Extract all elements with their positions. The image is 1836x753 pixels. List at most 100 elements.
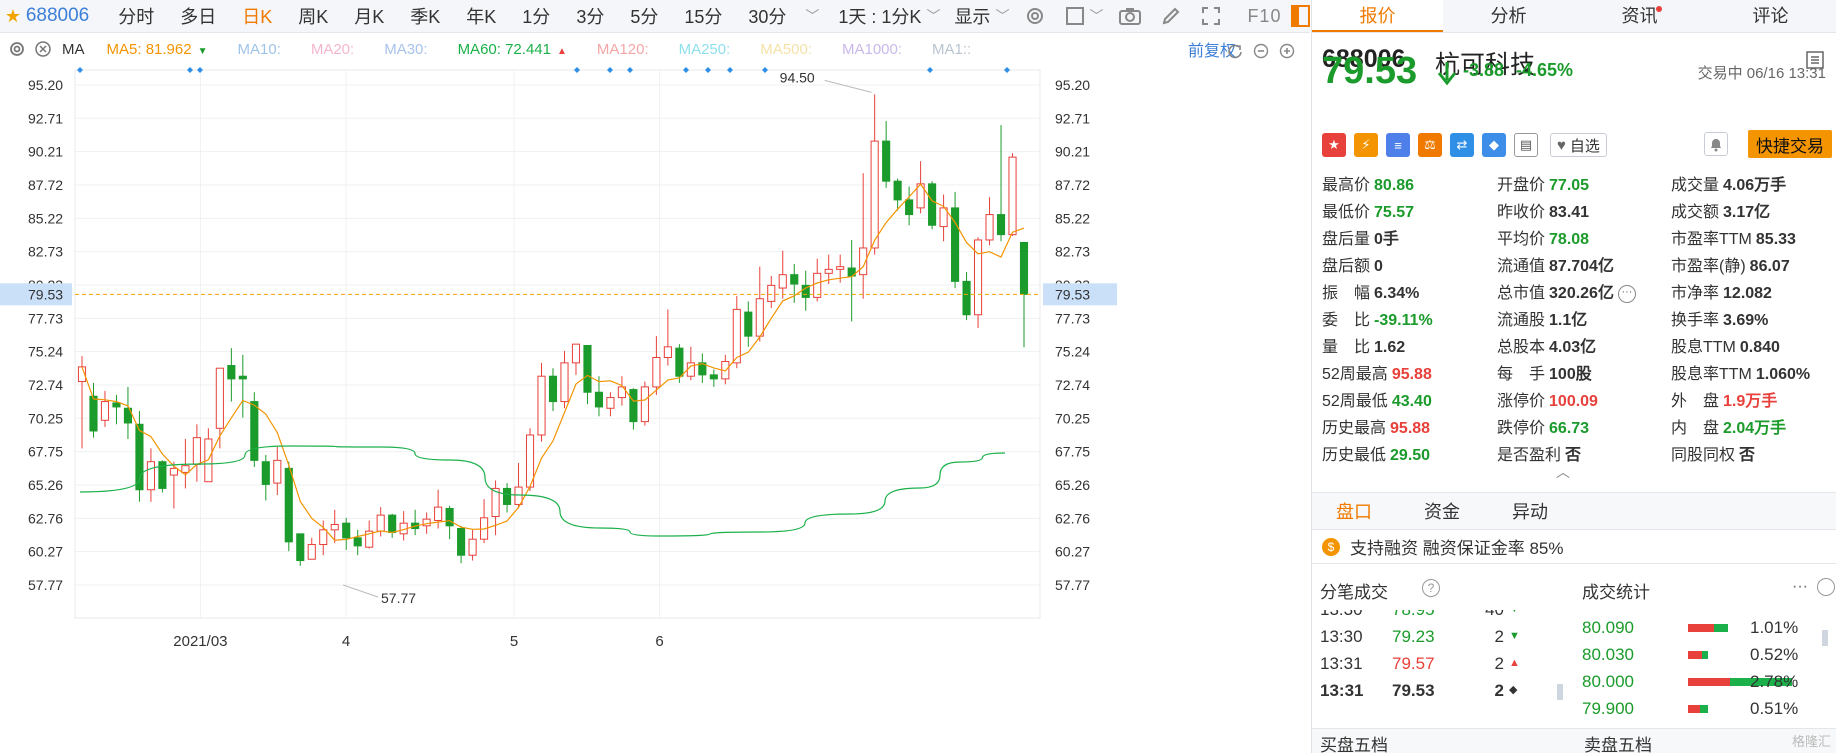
candle-body[interactable] [296,533,305,562]
candle-body[interactable] [709,374,718,380]
candle-body[interactable] [100,401,110,421]
candle-body[interactable] [882,140,891,182]
lightning-icon[interactable]: ⚡ [1354,133,1378,157]
candle-body[interactable] [893,180,902,201]
sub-tab[interactable]: 资金 [1424,498,1460,524]
trade-row[interactable]: 13:30 79.23 2 ▼ [1312,623,1542,650]
deal-stat-row[interactable]: 79.900 0.51% [1582,695,1836,722]
zoom-out-icon[interactable] [1252,42,1270,60]
ma-item[interactable]: MA120: [597,41,649,58]
help-icon[interactable]: ? [1422,579,1440,597]
ma-item[interactable]: MA1000: [842,41,902,58]
candle-body[interactable] [571,343,581,364]
period-tab[interactable]: 1分 [522,3,550,29]
collapse-icon[interactable]: ︿ [1556,462,1570,482]
zoom-in-icon[interactable] [1278,42,1296,60]
range-select[interactable]: 1天 : 1分K [838,3,921,29]
ma-item[interactable]: MA5: 81.962 ▼ [107,41,208,58]
candle-body[interactable] [307,544,316,560]
candle-body[interactable] [744,311,753,337]
period-tab[interactable]: 5分 [630,3,658,29]
expand-icon[interactable] [1817,578,1835,596]
settings-gear-icon[interactable] [1025,6,1045,26]
more-icon[interactable]: ··· [1617,284,1636,303]
candle-body[interactable] [227,365,236,380]
candle-body[interactable] [606,397,615,409]
pen-icon[interactable] [1161,6,1181,26]
period-tab[interactable]: 分时 [118,3,154,29]
candle-body[interactable] [502,487,512,505]
ma-item[interactable]: MA500: [760,41,812,58]
star-icon[interactable]: ★ [0,0,26,33]
panel-tab[interactable]: 分析 [1443,0,1574,32]
close-icon[interactable] [34,40,52,58]
candle-body[interactable] [537,375,546,436]
candle-body[interactable] [376,514,385,532]
quick-trade-button[interactable]: 快捷交易 [1748,130,1832,158]
trade-row[interactable]: 13:31 79.53 2 ◆ [1312,677,1542,704]
candle-body[interactable] [732,308,741,364]
more-icon[interactable]: ··· [1792,578,1808,596]
candle-body[interactable] [1008,156,1017,236]
tag-icon[interactable]: ◆ [1482,133,1506,157]
candle-body[interactable] [273,459,282,484]
candle-body[interactable] [675,347,684,377]
candle-body[interactable] [790,274,799,285]
candle-body[interactable] [548,375,558,403]
period-tab[interactable]: 3分 [576,3,604,29]
sub-tab[interactable]: 异动 [1512,498,1548,524]
buy-five-levels-tab[interactable]: 买盘五档 [1320,731,1388,753]
ma-item[interactable]: MA60: 72.441 ▲ [458,41,567,58]
panel-tab[interactable]: 资讯 [1574,0,1705,32]
candle-body[interactable] [169,467,178,476]
candle-body[interactable] [330,523,339,531]
stock-code-link[interactable]: 688006 [26,5,89,27]
deal-stat-row[interactable]: 80.030 0.52% [1582,641,1836,668]
sell-five-levels-tab[interactable]: 卖盘五档 [1584,731,1652,753]
reset-icon[interactable] [1226,42,1244,60]
candle-body[interactable] [962,280,971,316]
period-tab[interactable]: 30分 [748,3,786,29]
candle-body[interactable] [353,537,362,547]
candle-body[interactable] [284,467,293,543]
deal-stat-row[interactable]: 80.090 1.01% [1582,614,1836,641]
square-icon[interactable] [1065,6,1085,26]
period-tab[interactable]: 季K [410,3,440,29]
candle-body[interactable] [89,395,98,432]
candle-body[interactable] [342,522,351,539]
candle-body[interactable] [583,344,592,393]
document-icon[interactable]: ▤ [1514,133,1538,157]
candle-body[interactable] [192,437,201,465]
candle-body[interactable] [1019,241,1029,295]
candle-body[interactable] [181,465,190,473]
period-tab[interactable]: 15分 [684,3,722,29]
chevron-down-icon[interactable]: ﹀ [995,6,1009,26]
trade-row[interactable]: 13:31 79.57 2 ▲ [1312,650,1542,677]
ma-item[interactable]: MA10: [237,41,280,58]
f10-button[interactable]: F10 [1247,6,1281,27]
candle-body[interactable] [238,375,247,380]
ma-item[interactable]: MA1:: [932,41,971,58]
scrollbar-thumb[interactable] [1822,630,1828,646]
candle-body[interactable] [434,506,443,521]
period-tab[interactable]: 月K [354,3,384,29]
candle-body[interactable] [261,461,270,485]
period-tab[interactable]: 多日 [180,3,216,29]
candle-body[interactable] [985,214,994,241]
candle-body[interactable] [250,401,259,461]
ma-item[interactable]: MA250: [679,41,731,58]
candle-body[interactable] [652,357,661,388]
candle-body[interactable] [905,199,914,216]
candle-body[interactable] [640,386,649,423]
database-icon[interactable]: ≡ [1386,133,1410,157]
sub-tab[interactable]: 盘口 [1336,498,1372,524]
ma-item[interactable]: MA20: [311,41,354,58]
candle-body[interactable] [388,514,397,534]
shuffle-icon[interactable]: ⇄ [1450,133,1474,157]
panel-tab[interactable]: 评论 [1705,0,1836,32]
candle-body[interactable] [560,362,569,403]
deal-stat-row[interactable]: 80.000 2.78% [1582,668,1836,695]
scrollbar-thumb[interactable] [1557,684,1563,700]
candle-body[interactable] [996,214,1006,236]
ma-item[interactable]: MA30: [384,41,427,58]
